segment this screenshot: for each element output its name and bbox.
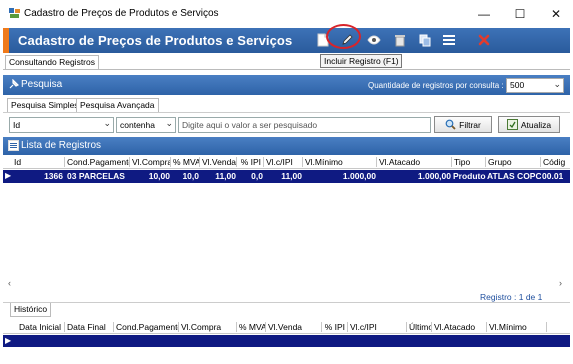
refresh-button-label: Atualiza [520, 119, 552, 130]
field-select[interactable]: Id ⌄ [9, 117, 114, 133]
lista-panel-header: Lista de Registros [3, 137, 570, 155]
qty-label: Quantidade de registros por consulta : [368, 81, 504, 90]
tab-historico[interactable]: Histórico [10, 303, 52, 317]
operator-select-value: contenha [120, 120, 155, 130]
col-data-final[interactable]: Data Final [65, 322, 114, 332]
col-codigo[interactable]: Códig [541, 157, 570, 167]
chevron-down-icon: ⌄ [553, 79, 561, 89]
col-grupo[interactable]: Grupo [486, 157, 541, 167]
cell-vl-venda: 11,00 [215, 171, 236, 181]
chevron-down-icon: ⌄ [103, 118, 111, 128]
scroll-right-icon[interactable]: › [559, 278, 562, 288]
view-record-button[interactable] [364, 30, 384, 50]
col-cond-pagamento[interactable]: Cond.Pagamento [114, 322, 179, 332]
cancel-button[interactable] [474, 30, 494, 50]
col-ultimo[interactable]: Último [407, 322, 432, 332]
refresh-button[interactable]: Atualiza [498, 116, 560, 133]
col-vl-atacado[interactable]: Vl.Atacado [377, 157, 452, 167]
col-vl-venda[interactable]: Vl.Venda [266, 322, 322, 332]
highlight-circle [326, 24, 361, 49]
section-divider [3, 302, 570, 303]
col-vl-atacado[interactable]: Vl.Atacado [432, 322, 487, 332]
cell-cond-pagamento: 03 PARCELAS [67, 171, 125, 181]
col-cond-pagamento[interactable]: Cond.Pagamento [65, 157, 130, 167]
col-id[interactable]: Id [12, 157, 65, 167]
menu-icon [443, 35, 455, 45]
col-data-inicial[interactable]: Data Inicial [17, 322, 65, 332]
chevron-down-icon: ⌄ [165, 118, 173, 128]
close-button[interactable]: ✕ [539, 0, 573, 28]
scroll-left-icon[interactable]: ‹ [8, 278, 11, 288]
pesquisa-label: Pesquisa [21, 79, 63, 90]
pin-icon [8, 78, 20, 93]
delete-bin-icon [395, 34, 405, 46]
lista-label: Lista de Registros [21, 140, 102, 151]
subtab-divider [3, 112, 570, 113]
records-grid-header: Id Cond.Pagamento Vl.Compra % MVA Vl.Ven… [3, 155, 570, 169]
cell-ipi: 0,0 [251, 171, 263, 181]
table-row[interactable]: ▶ 1366 03 PARCELAS 10,00 10,0 11,00 0,0 … [3, 170, 570, 183]
view-eye-icon [367, 35, 381, 45]
delete-button[interactable] [390, 30, 410, 50]
qty-select[interactable]: 500 ⌄ [506, 78, 564, 93]
cell-vl-atacado: 1.000,00 [417, 171, 451, 181]
window-titlebar: Cadastro de Preços de Produtos e Serviço… [0, 0, 573, 28]
list-icon [8, 140, 19, 151]
app-icon [9, 8, 20, 18]
col-vl-compra[interactable]: Vl.Compra [179, 322, 237, 332]
form-header: Cadastro de Preços de Produtos e Serviço… [3, 28, 570, 53]
cell-vl-minimo: 1.000,00 [342, 171, 376, 181]
cell-codigo: 00.01 [542, 171, 564, 181]
filter-button-label: Filtrar [459, 119, 481, 130]
maximize-button[interactable]: ☐ [503, 0, 537, 28]
cell-mva: 10,0 [182, 171, 199, 181]
refresh-icon [506, 119, 518, 130]
col-vl-c-ipi[interactable]: Vl.c/IPI [264, 157, 303, 167]
col-tipo[interactable]: Tipo [452, 157, 486, 167]
col-mva[interactable]: % MVA [171, 157, 200, 167]
col-vl-compra[interactable]: Vl.Compra [130, 157, 171, 167]
cancel-x-icon [478, 34, 490, 46]
field-select-value: Id [13, 120, 21, 130]
cell-vl-c-ipi: 11,00 [281, 171, 302, 181]
operator-select[interactable]: contenha ⌄ [116, 117, 176, 133]
cell-tipo: Produto [453, 171, 486, 181]
form-title: Cadastro de Preços de Produtos e Serviço… [18, 33, 293, 48]
search-input[interactable]: Digite aqui o valor a ser pesquisado [178, 117, 431, 133]
table-row[interactable]: ▶ [3, 335, 570, 347]
pesquisa-panel-header: Pesquisa Quantidade de registros por con… [3, 75, 570, 95]
row-pointer-icon: ▶ [5, 336, 12, 345]
cell-vl-compra: 10,00 [148, 171, 170, 181]
minimize-button[interactable]: — [467, 0, 501, 28]
history-grid-header: Data Inicial Data Final Cond.Pagamento V… [3, 320, 570, 334]
col-ipi[interactable]: % IPI [237, 157, 264, 167]
cell-grupo: ATLAS COPCO [487, 171, 541, 181]
col-vl-minimo[interactable]: Vl.Mínimo [303, 157, 377, 167]
row-pointer-icon: ▶ [5, 171, 12, 180]
filter-button[interactable]: Filtrar [434, 116, 492, 133]
col-vl-venda[interactable]: Vl.Venda [200, 157, 237, 167]
tooltip: Incluir Registro (F1) [320, 54, 402, 68]
tab-consultando-registros[interactable]: Consultando Registros [5, 55, 99, 69]
col-ipi[interactable]: % IPI [322, 322, 348, 332]
records-grid[interactable]: Id Cond.Pagamento Vl.Compra % MVA Vl.Ven… [3, 155, 570, 275]
copy-icon [419, 34, 430, 46]
qty-select-value: 500 [510, 80, 525, 90]
col-mva[interactable]: % MVA [237, 322, 266, 332]
header-main: Cadastro de Preços de Produtos e Serviço… [9, 28, 570, 53]
menu-button[interactable] [439, 30, 459, 50]
col-vl-c-ipi[interactable]: Vl.c/IPI [348, 322, 407, 332]
tab-pesquisa-simples[interactable]: Pesquisa Simples [7, 98, 83, 112]
horizontal-scrollbar[interactable]: ‹ › [3, 277, 570, 290]
history-grid[interactable]: Data Inicial Data Final Cond.Pagamento V… [3, 320, 570, 364]
search-icon [445, 119, 456, 130]
tab-pesquisa-avancada[interactable]: Pesquisa Avançada [76, 98, 159, 112]
window-title: Cadastro de Preços de Produtos e Serviço… [24, 8, 219, 19]
record-count: Registro : 1 de 1 [480, 292, 543, 302]
cell-id: 1366 [44, 171, 63, 181]
tab-divider [3, 69, 570, 70]
col-vl-minimo[interactable]: Vl.Mínimo [487, 322, 547, 332]
copy-button[interactable] [415, 30, 435, 50]
